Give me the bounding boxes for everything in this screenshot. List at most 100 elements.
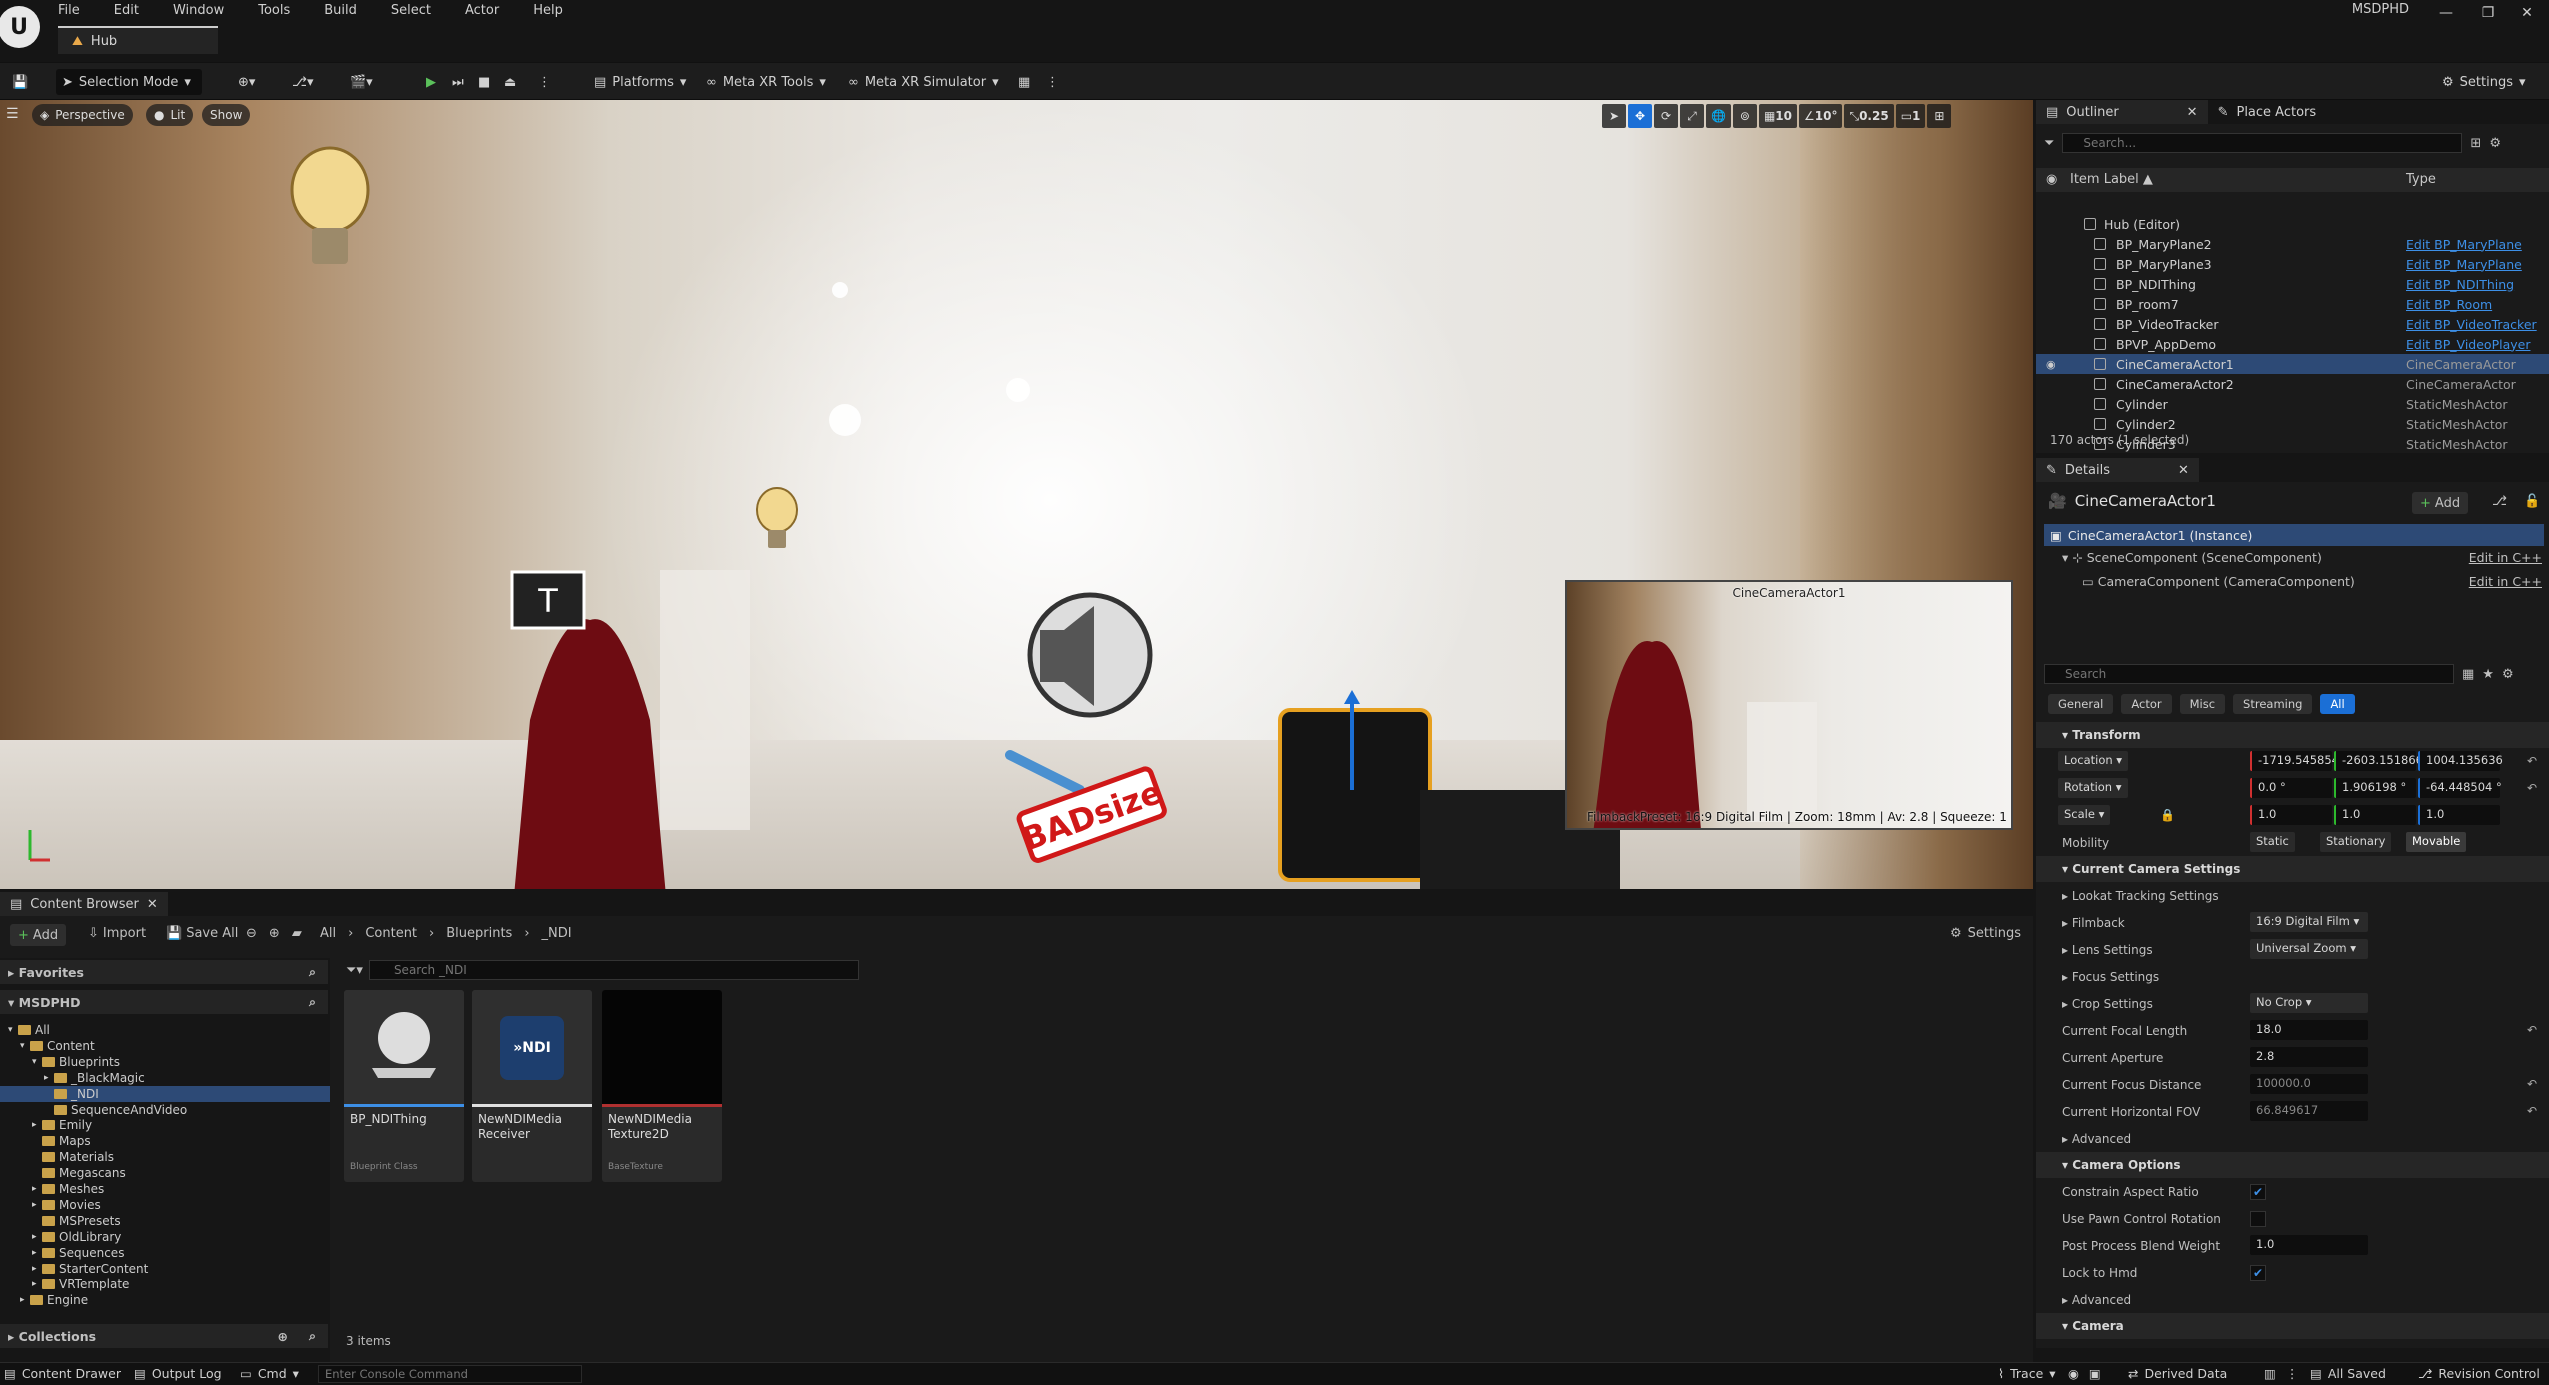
project-section[interactable]: ▾ MSDPHD ⌕ <box>0 990 328 1014</box>
menu-select[interactable]: Select <box>389 3 433 18</box>
edit-blueprint-link[interactable]: Edit BP_MaryPlane <box>2406 257 2522 272</box>
camera-icon[interactable]: ▣ <box>2089 1366 2101 1381</box>
filmback-dropdown[interactable]: 16:9 Digital Film ▾ <box>2250 912 2368 932</box>
component-camera[interactable]: ▭ CameraComponent (CameraComponent) Edit… <box>2082 574 2542 589</box>
perspective-button[interactable]: ◈ Perspective <box>32 104 133 126</box>
cinematics-icon[interactable]: 🎬▾ <box>344 69 379 95</box>
stop-icon[interactable]: ■ <box>472 69 496 95</box>
favorites-section[interactable]: ▸ Favorites ⌕ <box>0 960 328 984</box>
revision-control-button[interactable]: ⎇ Revision Control <box>2418 1366 2540 1381</box>
add-collection-icon[interactable]: ⊕ <box>278 1329 288 1344</box>
filter-misc[interactable]: Misc <box>2179 694 2226 714</box>
tab-content-browser[interactable]: ▤ Content Browser ✕ <box>0 892 168 916</box>
outliner-row[interactable]: BPVP_AppDemo Edit BP_VideoPlayer <box>2036 334 2549 354</box>
pawn-control-checkbox[interactable] <box>2250 1211 2266 1227</box>
add-folder-icon[interactable]: ⊞ <box>2470 136 2481 151</box>
content-drawer-button[interactable]: ▤ Content Drawer <box>4 1366 121 1381</box>
hamburger-icon[interactable]: ☰ <box>6 106 26 126</box>
filter-streaming[interactable]: Streaming <box>2233 694 2313 714</box>
crumb-content[interactable]: Content <box>365 926 417 941</box>
grid-snap-icon[interactable]: ▦ 10 <box>1758 104 1797 128</box>
scale-tool-icon[interactable]: ⤢ <box>1680 104 1704 128</box>
folder-tree-item[interactable]: SequenceAndVideo <box>0 1102 330 1118</box>
chart-icon[interactable]: ▥ <box>2264 1366 2276 1381</box>
folder-tree-item[interactable]: Maps <box>0 1133 330 1149</box>
row-lookat[interactable]: ▸ Lookat Tracking Settings <box>2036 882 2549 909</box>
star-icon[interactable]: ★ <box>2482 667 2494 682</box>
cb-settings-button[interactable]: ⚙ Settings <box>1950 926 2021 941</box>
category-camera-settings[interactable]: ▾ Current Camera Settings <box>2036 856 2549 882</box>
rotation-dropdown[interactable]: Rotation ▾ <box>2058 778 2128 798</box>
filter-icon[interactable]: ⏷▾ <box>346 963 363 978</box>
select-tool-icon[interactable]: ➤ <box>1602 104 1626 128</box>
more-icon[interactable]: ⋮ <box>2286 1366 2299 1381</box>
folder-tree-item[interactable]: ▸ StarterContent <box>0 1261 330 1277</box>
location-y[interactable]: -2603.151866 <box>2334 751 2423 771</box>
cmd-dropdown[interactable]: ▭ Cmd ▾ <box>240 1366 299 1381</box>
platforms-button[interactable]: ▤ Platforms ▾ <box>588 69 692 95</box>
minimize-icon[interactable]: — <box>2424 0 2468 26</box>
mobility-stationary[interactable]: Stationary <box>2320 832 2392 852</box>
chevron-right-icon[interactable]: ▸ <box>32 1279 42 1289</box>
chevron-right-icon[interactable]: ▸ <box>32 1232 42 1242</box>
meta-xr-tools-button[interactable]: ∞ Meta XR Tools ▾ <box>700 69 832 95</box>
row-focus-settings[interactable]: ▸ Focus Settings <box>2036 963 2549 990</box>
folder-tree-item[interactable]: ▸ VRTemplate <box>0 1276 330 1292</box>
close-icon[interactable]: ✕ <box>2505 0 2549 26</box>
folder-tree-item[interactable]: _NDI <box>0 1085 330 1102</box>
filter-general[interactable]: General <box>2048 694 2114 714</box>
crop-dropdown[interactable]: No Crop ▾ <box>2250 993 2368 1013</box>
pp-blend-input[interactable]: 1.0 <box>2250 1235 2368 1255</box>
filter-icon[interactable]: ⏷ <box>2044 136 2054 151</box>
filter-actor[interactable]: Actor <box>2121 694 2172 714</box>
scale-snap-icon[interactable]: ⤡ 0.25 <box>1844 104 1894 128</box>
close-icon[interactable]: ✕ <box>2187 105 2198 120</box>
blueprint-icon[interactable]: ⎇ <box>2492 494 2507 509</box>
gear-icon[interactable]: ⚙ <box>2502 667 2514 682</box>
scale-x[interactable]: 1.0 <box>2250 805 2332 825</box>
outliner-row[interactable]: Cylinder StaticMeshActor <box>2036 394 2549 414</box>
reset-icon[interactable]: ↶ <box>2527 1077 2537 1091</box>
details-search-input[interactable] <box>2044 664 2454 684</box>
crumb-all[interactable]: All <box>320 926 336 941</box>
folder-tree-item[interactable]: ▾ Blueprints <box>0 1054 330 1070</box>
show-button[interactable]: Show <box>202 104 251 126</box>
rotation-y[interactable]: 1.906198 ° <box>2334 778 2416 798</box>
trace-button[interactable]: ⌇ Trace ▾ <box>1998 1366 2056 1381</box>
outliner-row[interactable]: CineCameraActor2 CineCameraActor <box>2036 374 2549 394</box>
chevron-down-icon[interactable]: ▾ <box>8 1025 18 1035</box>
row-advanced[interactable]: ▸ Advanced <box>2036 1125 2549 1152</box>
outliner-row[interactable]: BP_MaryPlane3 Edit BP_MaryPlane <box>2036 254 2549 274</box>
row-advanced-options[interactable]: ▸ Advanced <box>2036 1286 2549 1313</box>
outliner-row[interactable]: BP_NDIThing Edit BP_NDIThing <box>2036 274 2549 294</box>
forward-icon[interactable]: ⊕ <box>269 926 280 941</box>
tab-details[interactable]: ✎ Details ✕ <box>2036 458 2199 482</box>
rotation-snap-icon[interactable]: ∠ 10° <box>1799 104 1843 128</box>
eject-icon[interactable]: ⏏ <box>498 69 522 95</box>
folder-tree-item[interactable]: ▾ All <box>0 1022 330 1038</box>
outliner-row[interactable]: Hub (Editor) <box>2036 214 2549 234</box>
location-z[interactable]: 1004.135636 <box>2418 751 2503 771</box>
tab-outliner[interactable]: ▤ Outliner ✕ <box>2036 100 2208 124</box>
folder-tree-item[interactable]: ▸ Engine <box>0 1292 330 1308</box>
close-icon[interactable]: ✕ <box>147 897 158 912</box>
chevron-right-icon[interactable]: ▸ <box>32 1264 42 1274</box>
folder-icon[interactable]: ▰ <box>292 926 302 941</box>
menu-window[interactable]: Window <box>171 3 226 18</box>
gear-icon[interactable]: ⚙ <box>2489 136 2501 151</box>
folder-tree-item[interactable]: ▸ OldLibrary <box>0 1229 330 1245</box>
filter-all[interactable]: All <box>2320 694 2355 714</box>
all-saved-button[interactable]: ▤ All Saved <box>2310 1366 2386 1381</box>
outliner-search-input[interactable] <box>2062 133 2463 153</box>
collections-section[interactable]: ▸ Collections ⊕ ⌕ <box>0 1324 328 1348</box>
lit-button[interactable]: ● Lit <box>146 104 194 126</box>
play-icon[interactable]: ▶ <box>420 69 442 95</box>
tab-hub[interactable]: ⛰ Hub <box>58 26 218 54</box>
chevron-right-icon[interactable]: ▸ <box>32 1200 42 1210</box>
menu-build[interactable]: Build <box>322 3 359 18</box>
output-log-button[interactable]: ▤ Output Log <box>134 1366 222 1381</box>
maximize-viewport-icon[interactable]: ⊞ <box>1927 104 1952 128</box>
column-type[interactable]: Type <box>2406 172 2436 187</box>
folder-tree-item[interactable]: ▾ Content <box>0 1038 330 1054</box>
layout-icon[interactable]: ▦ <box>1012 69 1036 95</box>
